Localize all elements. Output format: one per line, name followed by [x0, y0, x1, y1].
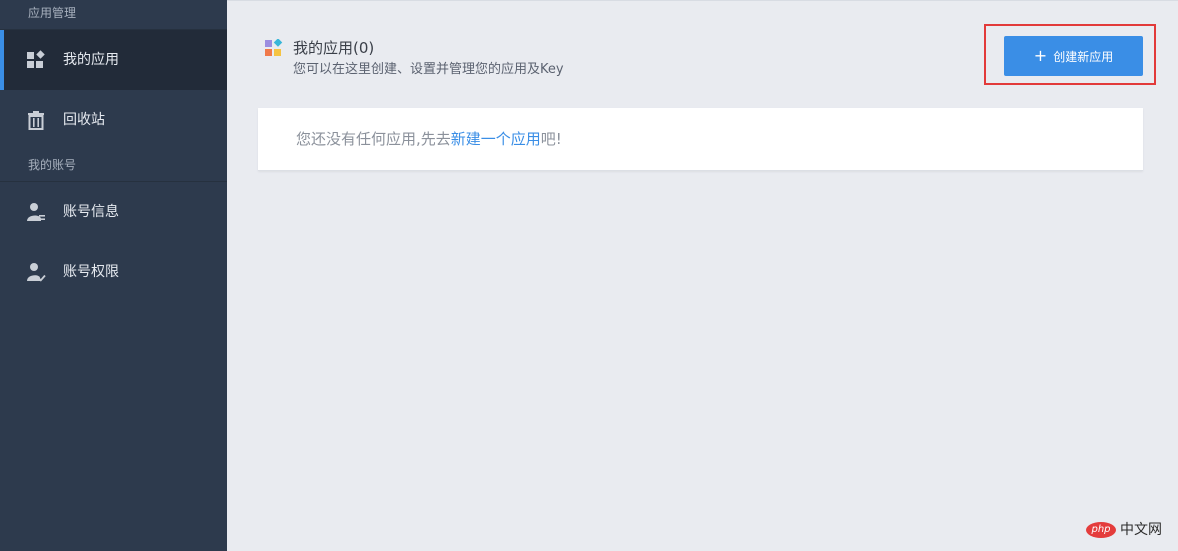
section-title-app-management: 应用管理 — [28, 6, 77, 20]
sidebar-item-my-apps[interactable]: 我的应用 — [0, 30, 227, 90]
sidebar-item-label: 回收站 — [63, 112, 105, 128]
page-subtitle: 您可以在这里创建、设置并管理您的应用及Key — [293, 62, 564, 77]
sidebar: 应用管理 我的应用 回收站 我的账号 账号信息 账号权限 — [0, 0, 227, 551]
sidebar-item-account-info[interactable]: 账号信息 — [0, 182, 227, 242]
top-divider — [227, 0, 1178, 1]
empty-state-suffix: 吧! — [540, 130, 562, 148]
php-logo: php — [1086, 522, 1116, 538]
apps-grid-icon — [27, 50, 45, 68]
empty-state-message: 您还没有任何应用,先去新建一个应用吧! — [296, 130, 562, 148]
user-check-icon — [27, 263, 46, 282]
create-app-button[interactable]: + 创建新应用 — [1004, 36, 1143, 76]
empty-state-card: 您还没有任何应用,先去新建一个应用吧! — [258, 108, 1143, 171]
main-content: 我的应用(0) 您可以在这里创建、设置并管理您的应用及Key + 创建新应用 您… — [227, 0, 1178, 551]
apps-colorful-icon — [265, 39, 283, 56]
user-info-icon — [27, 203, 45, 221]
create-app-link[interactable]: 新建一个应用 — [451, 130, 541, 148]
watermark-text: 中文网 — [1120, 522, 1162, 538]
sidebar-item-label: 我的应用 — [63, 52, 119, 68]
sidebar-item-label: 账号信息 — [63, 204, 119, 220]
plus-icon: + — [1033, 46, 1048, 65]
empty-state-prefix: 您还没有任何应用,先去 — [296, 130, 451, 148]
active-indicator — [0, 30, 4, 90]
sidebar-item-recycle-bin[interactable]: 回收站 — [0, 90, 227, 150]
watermark: php 中文网 — [1086, 520, 1172, 540]
create-app-button-label: 创建新应用 — [1053, 49, 1114, 64]
page-title: 我的应用(0) — [293, 39, 375, 57]
sidebar-item-label: 账号权限 — [63, 264, 119, 280]
trash-icon — [28, 111, 44, 130]
section-title-my-account: 我的账号 — [28, 158, 77, 172]
sidebar-item-account-permissions[interactable]: 账号权限 — [0, 242, 227, 302]
